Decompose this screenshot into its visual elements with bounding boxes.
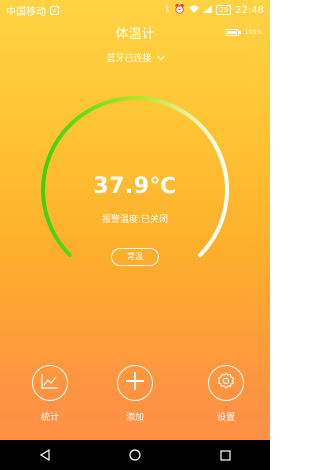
recents-icon	[219, 446, 231, 465]
home-button[interactable]	[115, 440, 155, 470]
app-header: 体温计 100%	[0, 26, 270, 48]
alarm-status: 报警温度:已关闭	[101, 215, 169, 225]
device-battery: 100%	[224, 29, 262, 36]
bluetooth-status-dropdown[interactable]: 蓝牙已连接	[0, 50, 270, 64]
bluetooth-icon: ᛒ	[164, 5, 171, 15]
device-battery-text: 100%	[244, 29, 262, 36]
settings-circle	[208, 365, 244, 401]
add-button[interactable]: 添加	[105, 365, 165, 423]
chart-icon	[41, 373, 59, 393]
stats-label: 统计	[40, 413, 59, 423]
add-circle	[117, 365, 153, 401]
temperature-value: 37.9℃	[93, 174, 177, 199]
back-button[interactable]	[25, 440, 65, 470]
status-bar: 中国移动 ▫ ᛒ ⏰ 25 22:48	[0, 0, 270, 20]
action-bar: 统计 添加 设置	[0, 365, 270, 425]
navigation-bar	[0, 440, 270, 470]
device-battery-fill	[226, 31, 237, 34]
mode-button[interactable]: 常温	[111, 248, 159, 266]
stats-button[interactable]: 统计	[20, 365, 80, 423]
carrier-name: 中国移动	[6, 6, 46, 18]
stats-circle	[32, 365, 68, 401]
device-battery-icon	[224, 29, 241, 36]
back-icon	[39, 446, 51, 465]
gear-icon	[217, 372, 235, 394]
clock: 22:48	[235, 4, 264, 16]
settings-label: 设置	[216, 413, 235, 423]
recents-button[interactable]	[205, 440, 245, 470]
plus-icon	[125, 371, 145, 395]
settings-button[interactable]: 设置	[196, 365, 256, 423]
app-screen: 中国移动 ▫ ᛒ ⏰ 25 22:48 体温计 100% 蓝牙已连接 37.9℃…	[0, 0, 270, 470]
home-icon	[129, 446, 141, 465]
phone-battery: 25	[216, 5, 232, 15]
wifi-icon	[189, 5, 200, 16]
chevron-down-icon	[156, 51, 165, 60]
alarm-icon: ⏰	[174, 5, 186, 15]
add-label: 添加	[125, 413, 144, 423]
bluetooth-status-text: 蓝牙已连接	[106, 53, 152, 64]
notification-icon: ▫	[50, 5, 59, 15]
signal-icon	[203, 4, 213, 16]
